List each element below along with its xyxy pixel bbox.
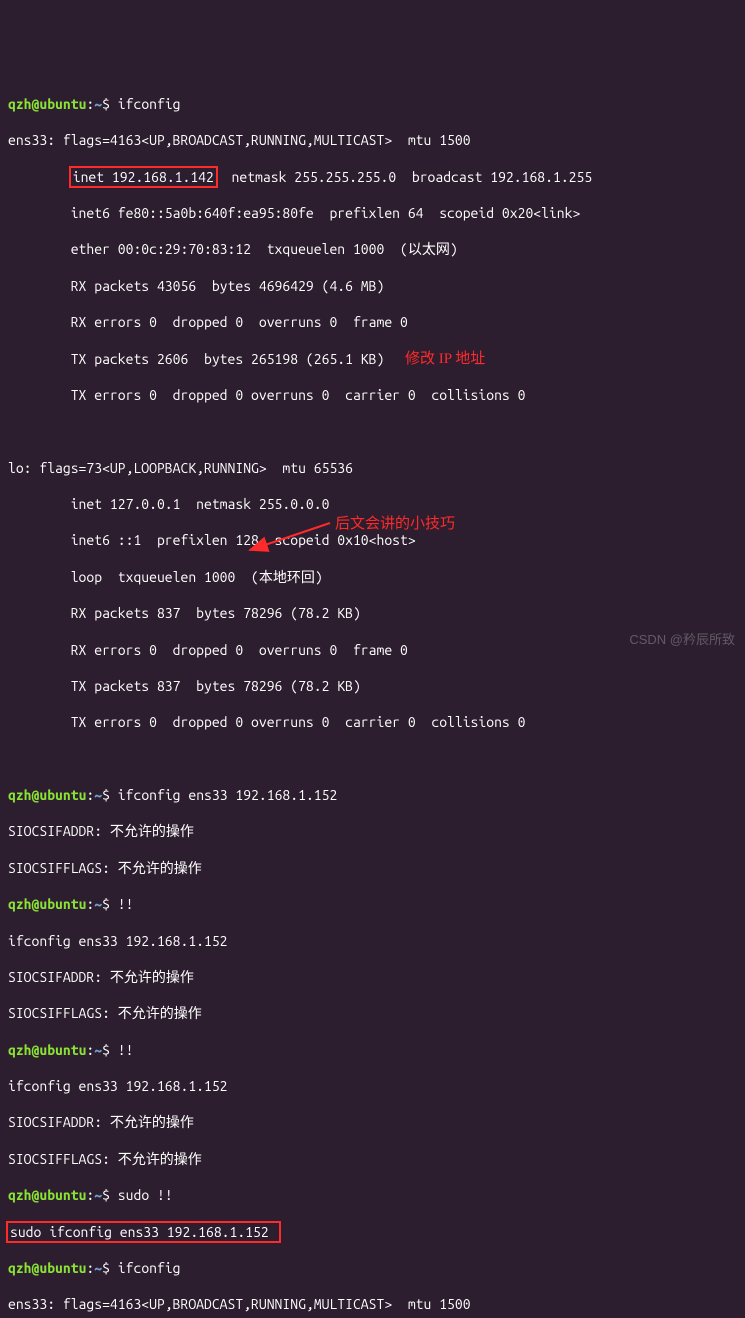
prompt-user: qzh: [8, 96, 32, 112]
output-line: [8, 422, 737, 440]
prompt-path: ~: [94, 96, 102, 112]
output-line: ifconfig ens33 192.168.1.152: [8, 1077, 737, 1095]
output-line: RX errors 0 dropped 0 overruns 0 frame 0: [8, 313, 737, 331]
output-line: SIOCSIFFLAGS: 不允许的操作: [8, 1004, 737, 1022]
output-line: ens33: flags=4163<UP,BROADCAST,RUNNING,M…: [8, 1295, 737, 1313]
prompt-line: qzh@ubuntu:~$ ifconfig ens33 192.168.1.1…: [8, 786, 737, 804]
output-line: RX packets 43056 bytes 4696429 (4.6 MB): [8, 277, 737, 295]
output-line: RX packets 837 bytes 78296 (78.2 KB): [8, 604, 737, 622]
cmd-sudo-bang: sudo !!: [110, 1187, 173, 1203]
output-line: inet 127.0.0.1 netmask 255.0.0.0: [8, 495, 737, 513]
output-line: SIOCSIFADDR: 不允许的操作: [8, 968, 737, 986]
output-line: TX errors 0 dropped 0 overruns 0 carrier…: [8, 713, 737, 731]
output-line: loop txqueuelen 1000 (本地环回): [8, 568, 737, 586]
output-line: RX errors 0 dropped 0 overruns 0 frame 0: [8, 641, 737, 659]
output-line: TX packets 2606 bytes 265198 (265.1 KB): [8, 350, 737, 368]
cmd-bang: !!: [110, 896, 134, 912]
output-line: ifconfig ens33 192.168.1.152: [8, 932, 737, 950]
watermark: CSDN @矜辰所致: [629, 632, 735, 649]
prompt-line: qzh@ubuntu:~$ !!: [8, 1041, 737, 1059]
output-line: lo: flags=73<UP,LOOPBACK,RUNNING> mtu 65…: [8, 459, 737, 477]
output-line: SIOCSIFADDR: 不允许的操作: [8, 1113, 737, 1131]
prompt-line: qzh@ubuntu:~$ !!: [8, 895, 737, 913]
prompt-line: qzh@ubuntu:~$ sudo !!: [8, 1186, 737, 1204]
cmd-ifconfig: ifconfig: [110, 1260, 181, 1276]
output-line: TX packets 837 bytes 78296 (78.2 KB): [8, 677, 737, 695]
annotation-tip: 后文会讲的小技巧: [335, 515, 455, 535]
output-line: sudo ifconfig ens33 192.168.1.152: [8, 1223, 737, 1241]
output-line: ens33: flags=4163<UP,BROADCAST,RUNNING,M…: [8, 131, 737, 149]
cmd-bang: !!: [110, 1042, 134, 1058]
highlight-inet-old: inet 192.168.1.142: [69, 166, 218, 188]
output-line: inet6 fe80::5a0b:640f:ea95:80fe prefixle…: [8, 204, 737, 222]
output-line: TX errors 0 dropped 0 overruns 0 carrier…: [8, 386, 737, 404]
annotation-modify-ip: 修改 IP 地址: [405, 350, 485, 370]
prompt-line: qzh@ubuntu:~$ ifconfig: [8, 95, 737, 113]
output-line: SIOCSIFADDR: 不允许的操作: [8, 822, 737, 840]
output-line: SIOCSIFFLAGS: 不允许的操作: [8, 1150, 737, 1168]
highlight-sudo-expand: sudo ifconfig ens33 192.168.1.152: [6, 1221, 281, 1243]
prompt-host: ubuntu: [39, 96, 86, 112]
output-line: ether 00:0c:29:70:83:12 txqueuelen 1000 …: [8, 240, 737, 258]
output-line: inet 192.168.1.142 netmask 255.255.255.0…: [8, 168, 737, 186]
cmd-ifconfig-set: ifconfig ens33 192.168.1.152: [110, 787, 337, 803]
terminal-content[interactable]: qzh@ubuntu:~$ ifconfig ens33: flags=4163…: [8, 77, 737, 1318]
output-line: [8, 750, 737, 768]
output-line: SIOCSIFFLAGS: 不允许的操作: [8, 859, 737, 877]
prompt-line: qzh@ubuntu:~$ ifconfig: [8, 1259, 737, 1277]
cmd-ifconfig: ifconfig: [110, 96, 181, 112]
